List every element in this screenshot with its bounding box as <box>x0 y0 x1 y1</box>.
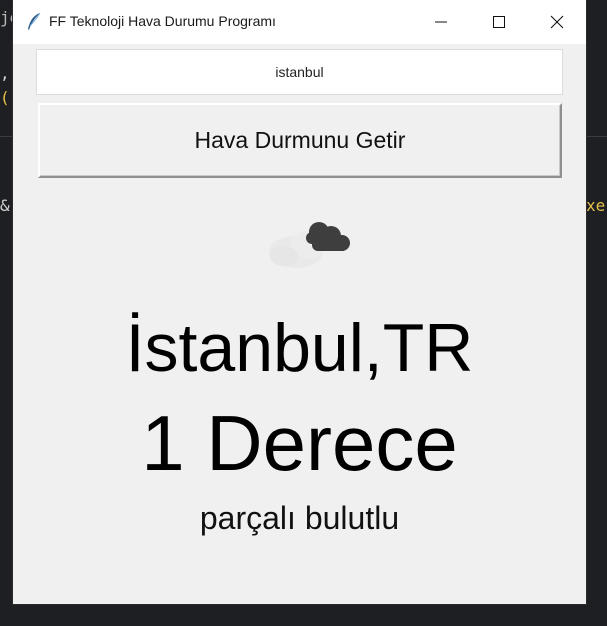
city-name-label: İstanbul,TR <box>125 310 474 386</box>
title-bar[interactable]: FF Teknoloji Hava Durumu Programı <box>13 0 586 44</box>
feather-icon <box>25 12 43 32</box>
window-title: FF Teknoloji Hava Durumu Programı <box>49 13 276 29</box>
background-code-fragment: ( <box>0 88 10 107</box>
weather-app-window: FF Teknoloji Hava Durumu Programı Hava D… <box>13 0 586 604</box>
minimize-icon <box>435 21 447 23</box>
maximize-icon <box>493 16 505 28</box>
background-code-fragment: , <box>0 64 10 83</box>
broken-clouds-icon <box>256 212 352 274</box>
maximize-button[interactable] <box>470 0 528 44</box>
background-code-fragment: & <box>0 196 10 215</box>
fetch-weather-button[interactable]: Hava Durmunu Getir <box>38 103 562 178</box>
minimize-button[interactable] <box>412 0 470 44</box>
close-button[interactable] <box>528 0 586 44</box>
temperature-label: 1 Derece <box>141 399 458 487</box>
city-search-input[interactable] <box>36 49 563 95</box>
close-icon <box>550 15 564 29</box>
fetch-weather-button-label: Hava Durmunu Getir <box>194 127 406 153</box>
weather-description-label: parçalı bulutlu <box>199 500 400 536</box>
background-code-fragment: xe <box>586 196 606 215</box>
